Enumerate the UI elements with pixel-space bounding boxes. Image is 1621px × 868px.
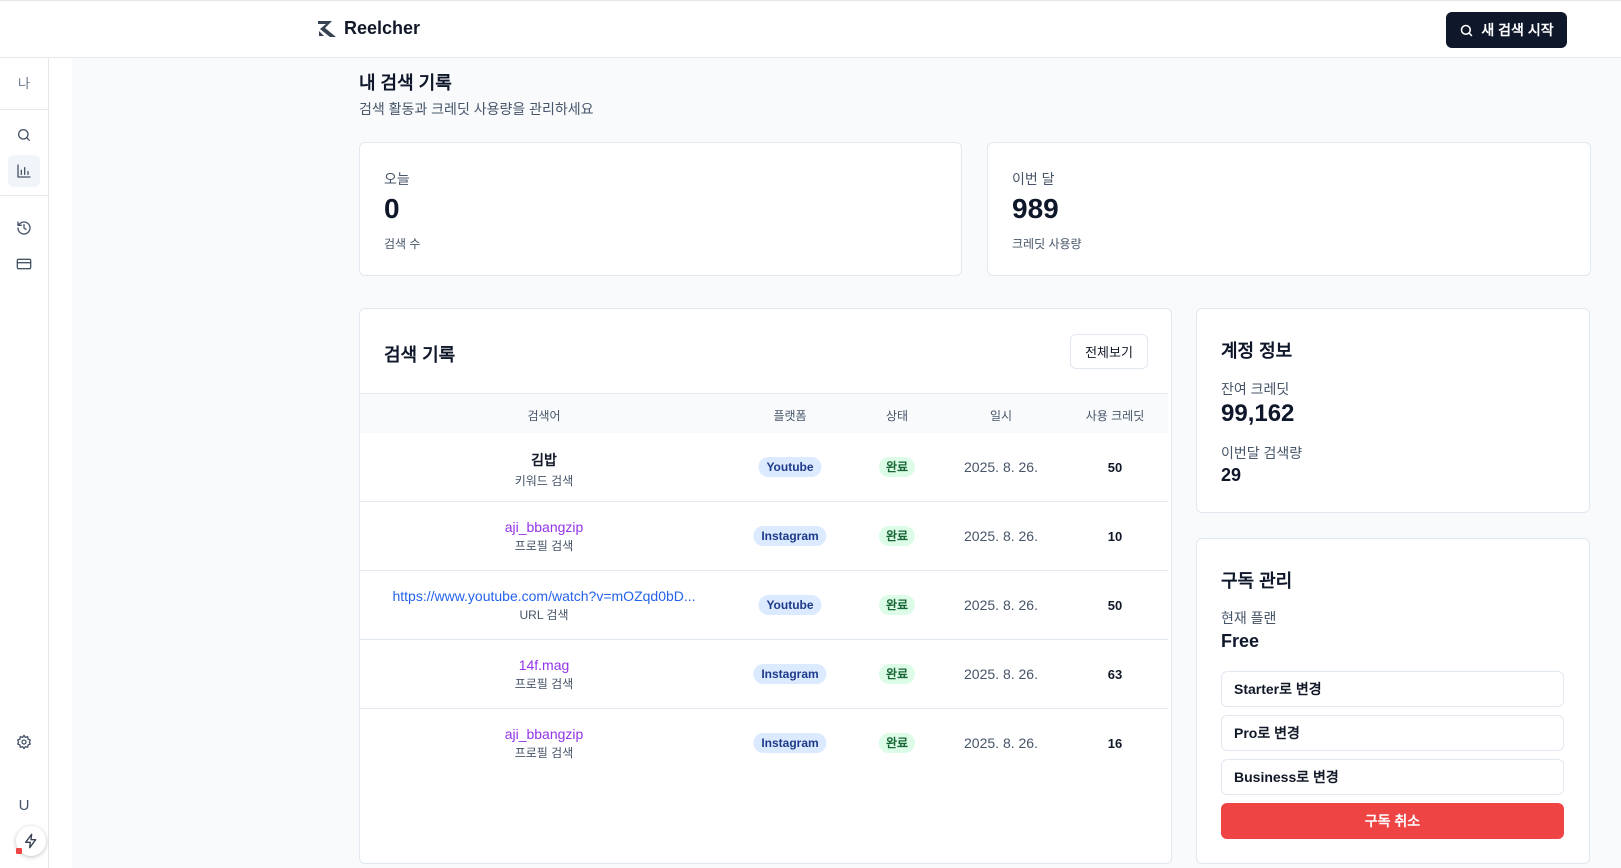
month-search-value: 29 bbox=[1221, 465, 1242, 485]
credit-cell: 10 bbox=[1107, 529, 1123, 544]
table-row[interactable]: aji_bbangzip 프로필 검색 Instagram 완료 2025. 8… bbox=[360, 709, 1168, 778]
top-bar: Reelcher 새 검색 시작 bbox=[0, 0, 1621, 58]
column-header: 사용 크레딧 bbox=[1085, 409, 1145, 423]
platform-badge: Youtube bbox=[758, 457, 822, 477]
status-badge: 완료 bbox=[878, 733, 916, 753]
change-to-pro-button[interactable]: Pro로 변경 bbox=[1221, 715, 1564, 751]
bar-chart-icon bbox=[17, 164, 31, 178]
table-row[interactable]: 14f.mag 프로필 검색 Instagram 완료 2025. 8. 26.… bbox=[360, 640, 1168, 709]
sidebar: 나 U bbox=[0, 58, 49, 868]
stat-foot: 검색 수 bbox=[384, 237, 421, 251]
brand-name: Reelcher bbox=[344, 18, 421, 38]
sidebar-divider bbox=[0, 195, 48, 196]
sidebar-me[interactable]: 나 bbox=[0, 73, 48, 92]
change-to-starter-button[interactable]: Starter로 변경 bbox=[1221, 671, 1564, 707]
date-cell: 2025. 8. 26. bbox=[964, 528, 1038, 544]
new-search-button[interactable]: 새 검색 시작 bbox=[1446, 12, 1567, 48]
lightning-icon bbox=[25, 833, 37, 849]
query-type: 프로필 검색 bbox=[514, 746, 574, 760]
table-header: 검색어 플랫폼 상태 일시 사용 크레딧 bbox=[360, 393, 1168, 433]
query-text[interactable]: aji_bbangzip bbox=[505, 726, 584, 742]
remaining-credits-label: 잔여 크레딧 bbox=[1221, 381, 1290, 397]
status-badge: 완료 bbox=[878, 526, 916, 546]
stat-value: 0 bbox=[384, 193, 400, 224]
table-row[interactable]: 김밥 키워드 검색 Youtube 완료 2025. 8. 26. 50 bbox=[360, 433, 1168, 502]
stat-foot: 크레딧 사용량 bbox=[1012, 237, 1082, 251]
stat-card-today: 오늘 0 검색 수 bbox=[359, 142, 962, 276]
account-title: 계정 정보 bbox=[1221, 341, 1293, 361]
gear-icon bbox=[17, 734, 31, 750]
platform-badge: Youtube bbox=[758, 595, 822, 615]
query-type: 프로필 검색 bbox=[514, 677, 574, 691]
view-all-button[interactable]: 전체보기 bbox=[1070, 334, 1148, 369]
platform-badge: Instagram bbox=[753, 733, 827, 753]
platform-badge: Instagram bbox=[753, 664, 827, 684]
query-cell: aji_bbangzip 프로필 검색 bbox=[505, 519, 584, 554]
current-plan-value: Free bbox=[1221, 631, 1260, 651]
table-row[interactable]: aji_bbangzip 프로필 검색 Instagram 완료 2025. 8… bbox=[360, 502, 1168, 571]
query-type: URL 검색 bbox=[519, 608, 569, 622]
remaining-credits-value: 99,162 bbox=[1221, 400, 1295, 427]
reelcher-logo-icon bbox=[318, 20, 336, 37]
account-card: 계정 정보 잔여 크레딧 99,162 이번달 검색량 29 bbox=[1196, 308, 1590, 513]
history-icon bbox=[17, 221, 31, 235]
column-header: 검색어 bbox=[527, 409, 561, 423]
query-type: 프로필 검색 bbox=[514, 539, 574, 553]
credit-cell: 50 bbox=[1107, 460, 1123, 475]
history-card: 검색 기록 전체보기 검색어 플랫폼 상태 일시 사용 크레딧 김밥 키워드 검… bbox=[359, 308, 1172, 864]
table-row[interactable]: https://www.youtube.com/watch?v=mOZqd0bD… bbox=[360, 571, 1168, 640]
sidebar-item-history[interactable] bbox=[8, 212, 40, 244]
column-header: 일시 bbox=[989, 409, 1013, 423]
query-text[interactable]: https://www.youtube.com/watch?v=mOZqd0bD… bbox=[392, 588, 695, 604]
date-cell: 2025. 8. 26. bbox=[964, 666, 1038, 682]
quick-action-button[interactable] bbox=[16, 826, 46, 856]
sidebar-divider bbox=[0, 109, 48, 110]
month-search-label: 이번달 검색량 bbox=[1221, 445, 1303, 461]
stat-card-month: 이번 달 989 크레딧 사용량 bbox=[987, 142, 1591, 276]
stat-value: 989 bbox=[1012, 193, 1059, 224]
credit-cell: 63 bbox=[1107, 667, 1123, 682]
sidebar-item-settings[interactable] bbox=[8, 726, 40, 758]
query-cell: aji_bbangzip 프로필 검색 bbox=[505, 726, 584, 761]
sidebar-strip bbox=[49, 58, 72, 868]
subscription-card: 구독 관리 현재 플랜 Free Starter로 변경 Pro로 변경 Bus… bbox=[1196, 538, 1590, 864]
credit-card-icon bbox=[16, 258, 32, 270]
status-badge: 완료 bbox=[878, 595, 916, 615]
query-type: 키워드 검색 bbox=[514, 474, 574, 488]
history-title: 검색 기록 bbox=[384, 345, 456, 365]
query-text[interactable]: 김밥 bbox=[515, 450, 574, 470]
search-icon bbox=[1461, 24, 1473, 36]
status-badge: 완료 bbox=[878, 457, 916, 477]
column-header: 상태 bbox=[885, 409, 909, 423]
stat-label: 오늘 bbox=[384, 171, 410, 187]
search-icon bbox=[18, 129, 30, 141]
platform-badge: Instagram bbox=[753, 526, 827, 546]
date-cell: 2025. 8. 26. bbox=[964, 459, 1038, 475]
page-title: 내 검색 기록 bbox=[359, 73, 452, 93]
change-to-business-button[interactable]: Business로 변경 bbox=[1221, 759, 1564, 795]
new-search-label: 새 검색 시작 bbox=[1481, 22, 1554, 38]
query-cell: 김밥 키워드 검색 bbox=[515, 450, 574, 489]
notification-dot bbox=[16, 848, 22, 854]
current-plan-label: 현재 플랜 bbox=[1221, 610, 1277, 626]
brand[interactable]: Reelcher bbox=[316, 18, 420, 39]
status-badge: 완료 bbox=[878, 664, 916, 684]
credit-cell: 50 bbox=[1107, 598, 1123, 613]
page-subtitle: 검색 활동과 크레딧 사용량을 관리하세요 bbox=[359, 101, 594, 117]
query-cell: 14f.mag 프로필 검색 bbox=[515, 657, 574, 692]
query-text[interactable]: aji_bbangzip bbox=[505, 519, 584, 535]
query-text[interactable]: 14f.mag bbox=[515, 657, 574, 673]
user-avatar[interactable]: U bbox=[0, 797, 48, 814]
sidebar-item-search[interactable] bbox=[8, 119, 40, 151]
credit-cell: 16 bbox=[1107, 736, 1123, 751]
cancel-subscription-button[interactable]: 구독 취소 bbox=[1221, 803, 1564, 839]
date-cell: 2025. 8. 26. bbox=[964, 597, 1038, 613]
stat-label: 이번 달 bbox=[1012, 171, 1055, 187]
sidebar-item-billing[interactable] bbox=[8, 248, 40, 280]
sidebar-item-dashboard[interactable] bbox=[8, 155, 40, 187]
query-cell: https://www.youtube.com/watch?v=mOZqd0bD… bbox=[392, 588, 695, 623]
column-header: 플랫폼 bbox=[773, 409, 807, 423]
subscription-title: 구독 관리 bbox=[1221, 571, 1293, 591]
date-cell: 2025. 8. 26. bbox=[964, 735, 1038, 751]
